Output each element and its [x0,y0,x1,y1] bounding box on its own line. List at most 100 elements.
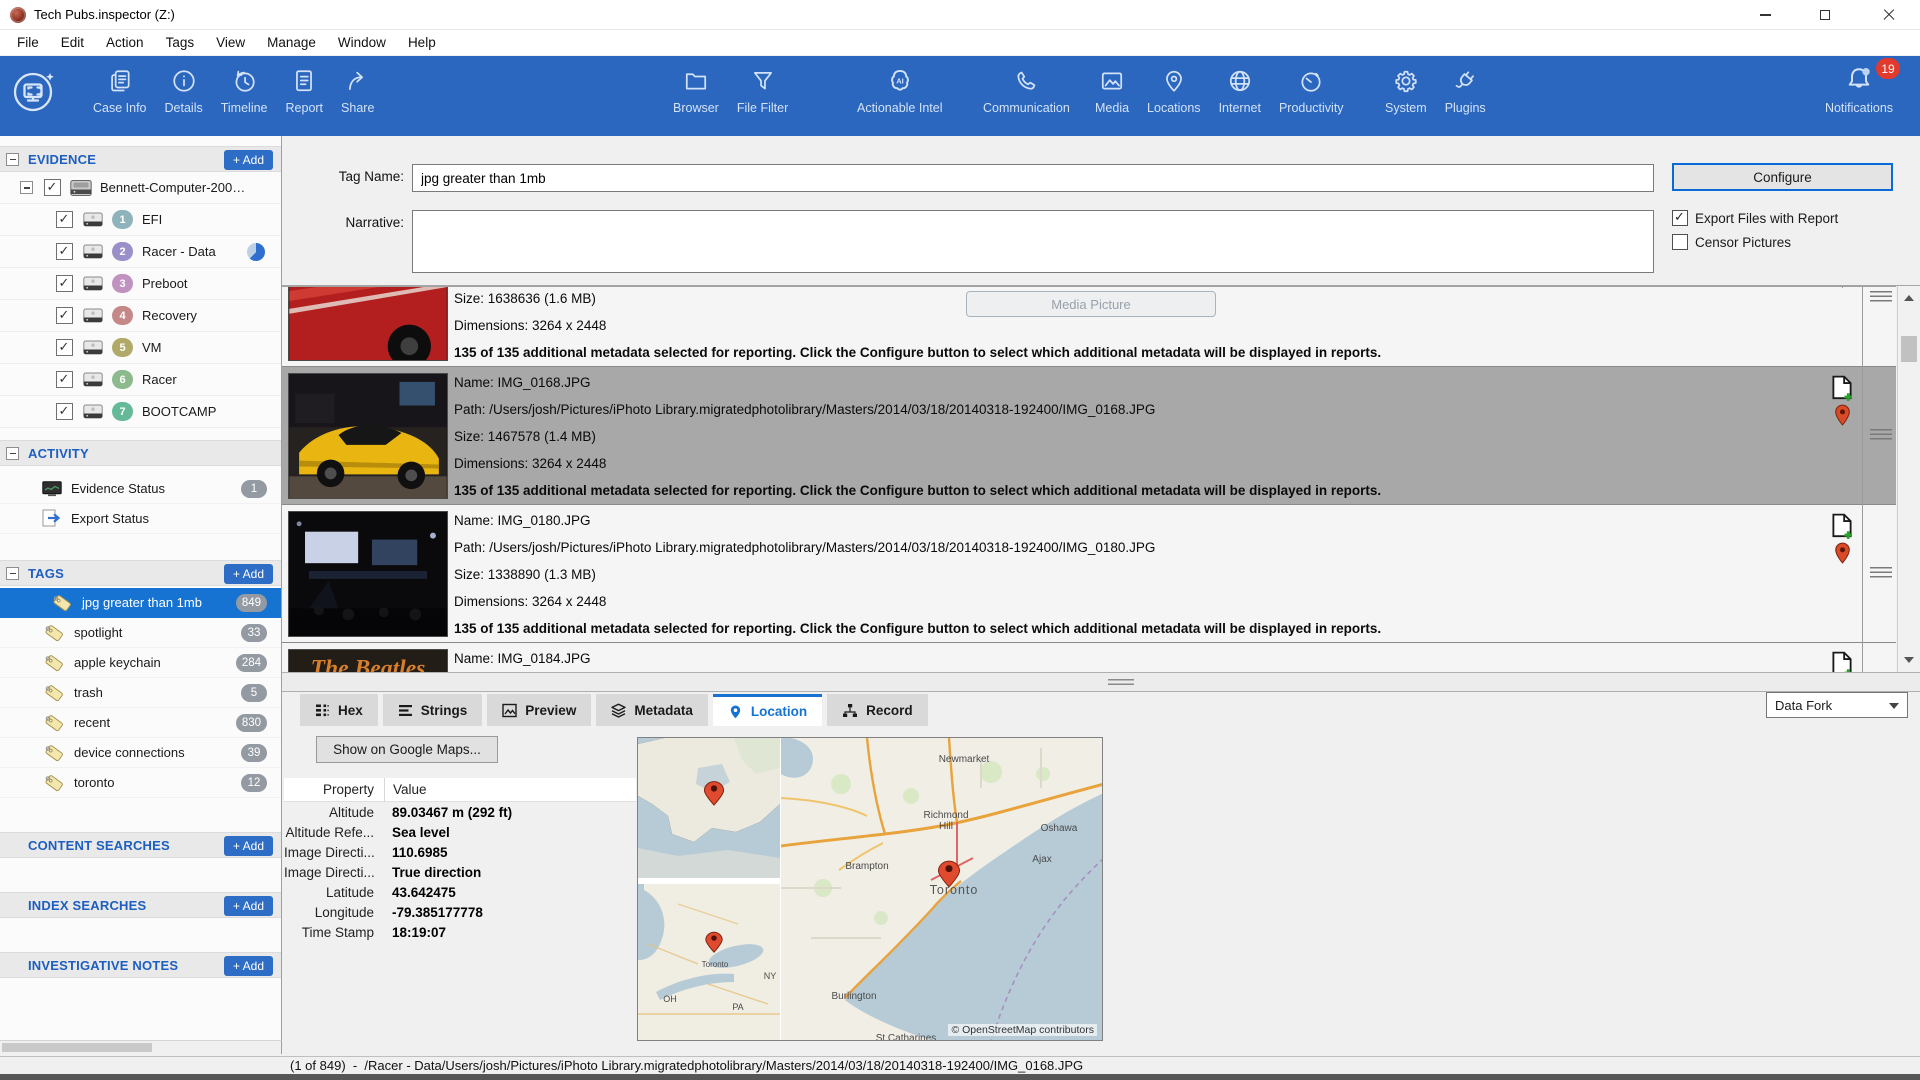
menu-edit[interactable]: Edit [50,35,95,50]
evidence-add-button[interactable]: + Add [224,150,273,170]
menu-manage[interactable]: Manage [256,35,327,50]
row-drag-handle-icon[interactable] [1870,291,1892,302]
tab-preview[interactable]: Preview [487,694,591,726]
evidence-item-racer-data[interactable]: 2Racer - Data [0,236,281,268]
tags-add-button[interactable]: + Add [224,564,273,584]
region-map-tile[interactable] [638,884,780,1041]
tag-item-jpg-greater-than-1mb[interactable]: jpg greater than 1mb849 [0,588,281,618]
toolbar-browser[interactable]: Browser [664,56,728,115]
checkbox-export-files-with-report[interactable]: Export Files with Report [1672,210,1838,226]
app-logo-icon[interactable] [10,68,58,116]
tab-location[interactable]: Location [713,694,822,726]
tag-item-toronto[interactable]: toronto12 [0,768,281,798]
evidence-item-vm[interactable]: 5VM [0,332,281,364]
toolbar-share[interactable]: Share [332,56,383,115]
media-picture-button[interactable]: Media Picture [966,291,1216,317]
index-searches-add-button[interactable]: + Add [224,896,273,916]
checkbox-censor-pictures[interactable]: Censor Pictures [1672,234,1791,250]
collapse-icon[interactable] [6,153,19,166]
file-row[interactable]: Size: 1638636 (1.6 MB)Dimensions: 3264 x… [282,286,1896,367]
toolbar-locations[interactable]: Locations [1138,56,1210,115]
row-drag-handle-icon[interactable] [1870,567,1892,578]
tag-item-device-connections[interactable]: device connections39 [0,738,281,768]
toolbar-timeline[interactable]: Timeline [212,56,277,115]
file-row-img-0180-jpg[interactable]: Name: IMG_0180.JPGPath: /Users/josh/Pict… [282,505,1896,643]
fork-select[interactable]: Data Fork [1766,692,1908,718]
toolbar-system[interactable]: System [1376,56,1436,115]
evidence-item-recovery[interactable]: 4Recovery [0,300,281,332]
notifications-button[interactable]: Notifications 19 [1804,56,1914,136]
checkbox-checked[interactable] [44,179,61,196]
evidence-item-bootcamp[interactable]: 7BOOTCAMP [0,396,281,428]
toolbar-case-info[interactable]: Case Info [84,56,156,115]
evidence-item-efi[interactable]: 1EFI [0,204,281,236]
file-row-img-0168-jpg[interactable]: Name: IMG_0168.JPGPath: /Users/josh/Pict… [282,367,1896,505]
toolbar-plugins[interactable]: Plugins [1436,56,1495,115]
maximize-button[interactable] [1802,0,1848,30]
checkbox-checked[interactable] [56,371,73,388]
investigative-notes-add-button[interactable]: + Add [224,956,273,976]
menu-file[interactable]: File [6,35,50,50]
tag-item-apple-keychain[interactable]: apple keychain284 [0,648,281,678]
tab-metadata[interactable]: Metadata [596,694,708,726]
menu-view[interactable]: View [205,35,256,50]
checkbox-checked[interactable] [56,307,73,324]
geolocation-pin-icon[interactable] [1834,403,1851,431]
geolocation-pin-icon[interactable] [1834,541,1851,569]
narrative-textarea[interactable] [412,210,1654,273]
tag-item-recent[interactable]: recent830 [0,708,281,738]
evidence-item-preboot[interactable]: 3Preboot [0,268,281,300]
toolbar-label: Case Info [93,101,147,115]
checkbox-checked[interactable] [56,339,73,356]
toolbar-details[interactable]: Details [156,56,212,115]
activity-item-evidence-status[interactable]: Evidence Status1 [0,474,281,504]
menu-help[interactable]: Help [397,35,447,50]
minimize-button[interactable] [1742,0,1788,30]
collapse-icon[interactable] [20,181,33,194]
close-button[interactable] [1866,0,1912,30]
toolbar-report[interactable]: Report [277,56,333,115]
toolbar-productivity[interactable]: Productivity [1270,56,1353,115]
configure-button[interactable]: Configure [1672,163,1893,191]
menu-tags[interactable]: Tags [155,35,206,50]
toolbar-media[interactable]: Media [1086,56,1138,115]
location-map[interactable]: NewmarketRichmond HillOshawaAjaxBrampton… [637,737,1103,1041]
tag-item-spotlight[interactable]: spotlight33 [0,618,281,648]
toronto-map[interactable] [781,738,1103,1041]
tab-strings[interactable]: Strings [383,694,483,726]
show-on-google-maps-button[interactable]: Show on Google Maps... [316,736,498,763]
checkbox-checked[interactable] [56,243,73,260]
sidebar-hscrollbar[interactable] [0,1040,282,1054]
collapse-icon[interactable] [6,567,19,580]
tab-record[interactable]: Record [827,694,928,726]
tag-name-input[interactable] [412,164,1654,192]
checkbox-checked[interactable] [56,403,73,420]
scroll-thumb[interactable] [1901,336,1917,362]
checkbox-checked[interactable] [56,211,73,228]
toolbar-actionable-intel[interactable]: AIActionable Intel [848,56,951,115]
sidebar-hscroll-thumb[interactable] [2,1043,152,1052]
scroll-up-arrow[interactable] [1904,295,1914,301]
row-drag-handle-icon[interactable] [1870,429,1892,440]
splitter-grip-icon[interactable] [1108,679,1134,686]
panel-splitter[interactable] [282,672,1920,692]
menu-action[interactable]: Action [95,35,155,50]
file-row-img-0184-jpg[interactable]: The BeatlesName: IMG_0184.JPGPath: /User… [282,643,1896,672]
add-file-icon[interactable] [1830,651,1854,672]
scroll-down-arrow[interactable] [1904,657,1914,663]
geolocation-pin-icon[interactable] [1834,286,1851,293]
content-searches-add-button[interactable]: + Add [224,836,273,856]
overview-map-tile[interactable] [638,738,780,878]
toolbar-communication[interactable]: Communication [974,56,1079,115]
evidence-item-racer[interactable]: 6Racer [0,364,281,396]
toolbar-internet[interactable]: Internet [1210,56,1270,115]
collapse-icon[interactable] [6,447,19,460]
file-list-scrollbar[interactable] [1897,286,1919,672]
toolbar-file-filter[interactable]: File Filter [728,56,797,115]
activity-item-export-status[interactable]: Export Status [0,504,281,534]
tab-hex[interactable]: Hex [300,694,378,726]
menu-window[interactable]: Window [327,35,397,50]
checkbox-checked[interactable] [56,275,73,292]
tag-item-trash[interactable]: trash5 [0,678,281,708]
evidence-root-item[interactable]: Bennett-Computer-20052... [0,172,281,204]
